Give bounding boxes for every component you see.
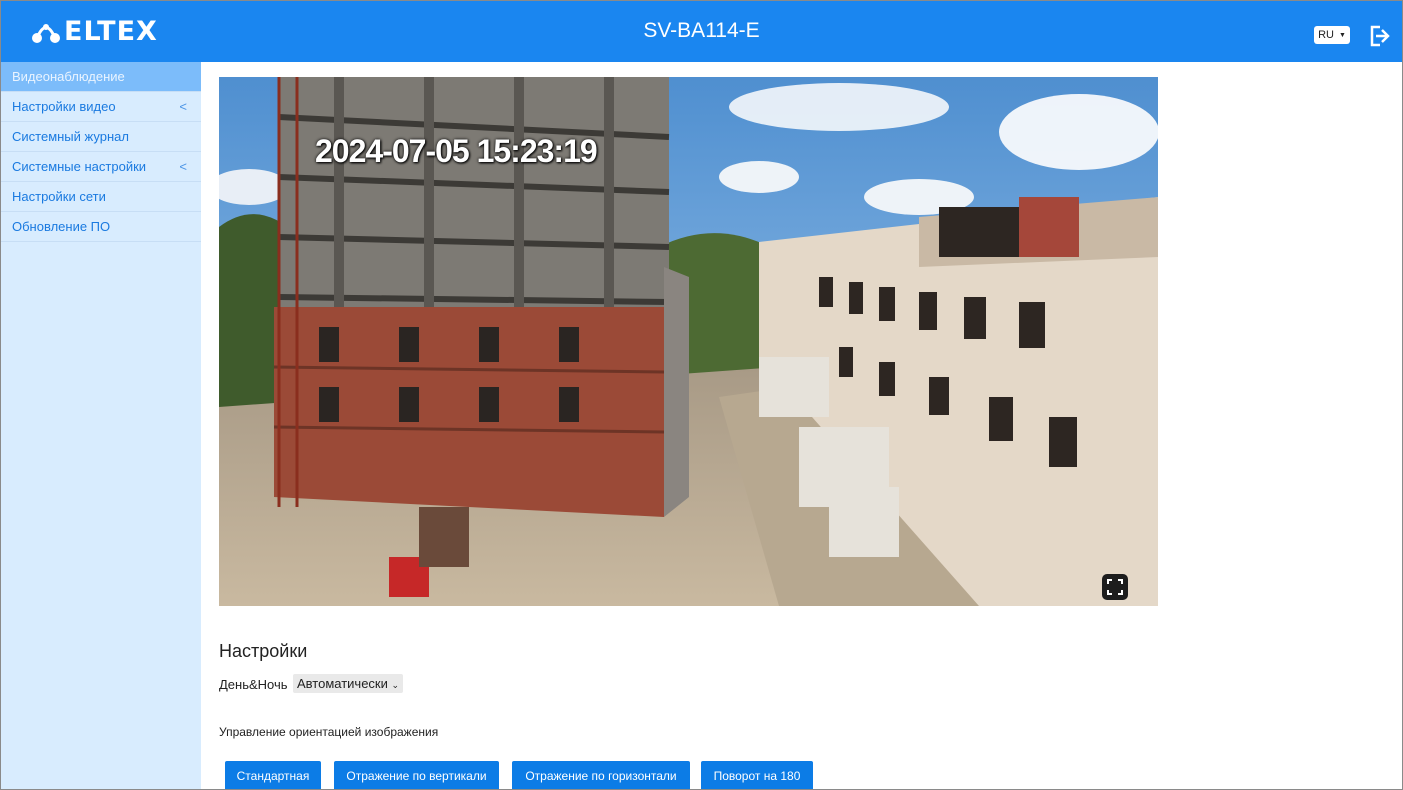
day-night-select[interactable]: Автоматически ⌄: [293, 674, 404, 693]
sidebar-item-video-settings[interactable]: Настройки видео <: [1, 92, 201, 122]
language-select[interactable]: RU ▼: [1314, 26, 1350, 44]
chevron-down-icon: ⌄: [391, 680, 400, 690]
flip-horizontal-button[interactable]: Отражение по горизонтали: [512, 761, 690, 789]
top-header: ELTEX SV-BA114-E RU ▼: [1, 1, 1402, 62]
sidebar-item-label: Настройки видео: [12, 99, 116, 114]
sidebar-item-label: Системный журнал: [12, 129, 129, 144]
logout-icon[interactable]: [1368, 25, 1390, 47]
sidebar-item-label: Настройки сети: [12, 189, 106, 204]
sidebar-item-system-log[interactable]: Системный журнал: [1, 122, 201, 152]
app-window: ELTEX SV-BA114-E RU ▼ Видеонаблюдение На…: [0, 0, 1403, 790]
orientation-label: Управление ориентацией изображения: [219, 725, 439, 739]
video-timestamp: 2024-07-05 15:23:19: [315, 133, 598, 169]
caret-down-icon: ▼: [1338, 31, 1346, 39]
rotate-180-button[interactable]: Поворот на 180: [701, 761, 813, 789]
sidebar-item-label: Обновление ПО: [12, 219, 111, 234]
sidebar-item-label: Системные настройки: [12, 159, 147, 174]
language-value: RU: [1318, 29, 1334, 41]
flip-vertical-button[interactable]: Отражение по вертикали: [334, 761, 499, 789]
chevron-left-icon: <: [179, 99, 187, 114]
device-title: SV-BA114-E: [643, 19, 760, 42]
fullscreen-button[interactable]: [1102, 574, 1128, 600]
video-feed[interactable]: 2024-07-05 15:23:19: [219, 77, 1158, 606]
standard-orientation-button[interactable]: Стандартная: [225, 761, 321, 789]
sidebar-item-firmware-update[interactable]: Обновление ПО: [1, 212, 201, 242]
day-night-label: День&Ночь: [219, 677, 288, 692]
sidebar: Видеонаблюдение Настройки видео < Систем…: [1, 62, 201, 789]
settings-title: Настройки: [219, 641, 308, 661]
sidebar-item-system-settings[interactable]: Системные настройки <: [1, 152, 201, 182]
chevron-left-icon: <: [179, 159, 187, 174]
fullscreen-icon: [1107, 579, 1123, 595]
day-night-value: Автоматически: [297, 676, 388, 691]
sidebar-item-network-settings[interactable]: Настройки сети: [1, 182, 201, 212]
sidebar-item-video-surveillance[interactable]: Видеонаблюдение: [1, 62, 201, 92]
sidebar-item-label: Видеонаблюдение: [12, 69, 125, 84]
